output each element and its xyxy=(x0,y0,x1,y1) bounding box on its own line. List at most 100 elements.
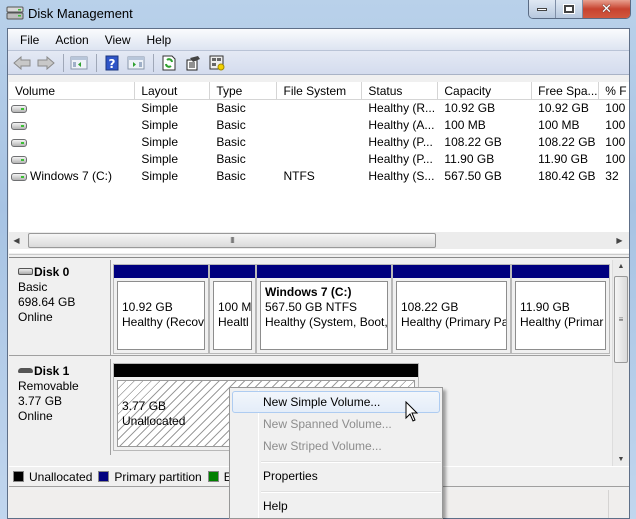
cell-volume xyxy=(9,134,135,151)
column-header-percent-free[interactable]: % F xyxy=(599,82,629,99)
partition-windows-7-c[interactable]: Windows 7 (C:) 567.50 GB NTFS Healthy (S… xyxy=(256,264,392,354)
partition-primary-108gb[interactable]: 108.22 GB Healthy (Primary Pa xyxy=(392,264,511,354)
pane-splitter[interactable] xyxy=(9,254,629,258)
cell-layout: Simple xyxy=(141,152,178,166)
unallocated-bar xyxy=(114,364,418,377)
cell-free-space: 108.22 GB xyxy=(538,135,596,149)
disk-type: Basic xyxy=(18,280,48,294)
cell-status: Healthy (S... xyxy=(368,169,435,183)
back-button[interactable] xyxy=(11,53,33,73)
volume-list-rows: Simple Basic Healthy (R... 10.92 GB 10.92 GB… xyxy=(9,100,629,185)
menu-view[interactable]: View xyxy=(97,33,139,47)
scroll-grip-icon: ≡ xyxy=(618,315,624,324)
scroll-down-arrow-icon[interactable]: ▼ xyxy=(613,456,629,463)
partition-size: 567.50 GB NTFS xyxy=(265,300,358,314)
partition-size: 10.92 GB xyxy=(122,300,173,314)
column-header-status[interactable]: Status xyxy=(362,82,439,99)
column-header-capacity[interactable]: Capacity xyxy=(438,82,533,99)
partition-info: 11.90 GB Healthy (Primar xyxy=(515,281,606,350)
partition-info: 10.92 GB Healthy (Recov xyxy=(117,281,205,350)
cell-capacity: 100 MB xyxy=(444,118,486,132)
partition-recovery[interactable]: 10.92 GB Healthy (Recov xyxy=(113,264,209,354)
table-row[interactable]: Windows 7 (C:) Simple Basic NTFS Healthy (S.… xyxy=(9,168,629,185)
legend-primary-partition: Primary partition xyxy=(98,470,202,484)
column-header-free-space[interactable]: Free Spa... xyxy=(532,82,600,99)
mouse-pointer-icon xyxy=(405,401,419,422)
partition-system-reserved[interactable]: 100 M Healtl xyxy=(209,264,256,354)
toolbar-separator xyxy=(153,53,154,72)
removable-disk-icon xyxy=(18,368,33,374)
toolbar: ? xyxy=(8,51,629,75)
back-arrow-icon xyxy=(13,55,31,70)
partition-size: 100 M xyxy=(218,300,252,314)
primary-partition-bar xyxy=(114,265,208,278)
menu-item-properties[interactable]: Properties xyxy=(232,465,440,487)
table-row[interactable]: Simple Basic Healthy (P... 11.90 GB 11.90 GB… xyxy=(9,151,629,168)
table-row[interactable]: Simple Basic Healthy (A... 100 MB 100 MB 100 xyxy=(9,117,629,134)
volume-list: Volume Layout Type File System Status Ca… xyxy=(9,82,629,253)
disk-view-vertical-scrollbar[interactable]: ▲ ≡ ▼ xyxy=(612,260,629,466)
cell-type: Basic xyxy=(216,135,246,149)
help-button[interactable]: ? xyxy=(101,53,123,73)
window-controls: ✕ xyxy=(528,0,631,19)
volume-list-header: Volume Layout Type File System Status Ca… xyxy=(9,82,629,100)
menu-help[interactable]: Help xyxy=(139,33,180,47)
minimize-icon xyxy=(537,7,547,11)
rescan-disks-button[interactable] xyxy=(206,53,228,73)
partition-info: 108.22 GB Healthy (Primary Pa xyxy=(396,281,507,350)
close-icon: ✕ xyxy=(601,1,612,16)
scroll-left-arrow-icon[interactable]: ◀ xyxy=(9,236,24,245)
primary-partition-bar xyxy=(393,265,510,278)
disk-name: Disk 0 xyxy=(34,265,70,279)
show-hide-console-tree-button[interactable] xyxy=(68,53,90,73)
disk-0-label[interactable]: Disk 0 Basic 698.64 GB Online xyxy=(9,260,111,355)
partition-size: 108.22 GB xyxy=(401,300,459,314)
forward-arrow-icon xyxy=(37,55,55,70)
svg-text:?: ? xyxy=(109,57,116,71)
minimize-button[interactable] xyxy=(529,0,556,18)
cell-capacity: 11.90 GB xyxy=(444,152,495,166)
horizontal-scroll-thumb[interactable]: III xyxy=(28,233,436,248)
primary-partition-bar xyxy=(210,265,255,278)
scroll-right-arrow-icon[interactable]: ▶ xyxy=(612,236,627,245)
maximize-icon xyxy=(563,4,575,14)
volume-icon xyxy=(11,172,27,181)
disk-state: Online xyxy=(18,409,53,423)
volume-icon xyxy=(11,155,27,164)
menu-action[interactable]: Action xyxy=(47,33,96,47)
cell-free-space: 11.90 GB xyxy=(538,152,588,166)
maximize-button[interactable] xyxy=(556,0,583,18)
volume-icon xyxy=(11,138,27,147)
disk-1-label[interactable]: Disk 1 Removable 3.77 GB Online xyxy=(9,359,111,455)
refresh-button[interactable] xyxy=(158,53,180,73)
volume-icon xyxy=(11,121,27,130)
menu-file[interactable]: File xyxy=(12,33,47,47)
disk-size: 3.77 GB xyxy=(18,394,63,408)
partition-primary-11gb[interactable]: 11.90 GB Healthy (Primar xyxy=(511,264,610,354)
partition-status: Healthy (Primar xyxy=(520,315,604,329)
column-header-file-system[interactable]: File System xyxy=(277,82,363,99)
vertical-scroll-thumb[interactable]: ≡ xyxy=(614,276,628,363)
scroll-up-arrow-icon[interactable]: ▲ xyxy=(613,263,629,270)
legend-swatch xyxy=(207,471,219,482)
cell-percent-free: 100 xyxy=(605,135,626,149)
menu-item-help[interactable]: Help xyxy=(232,495,440,517)
forward-button[interactable] xyxy=(35,53,57,73)
partition-status: Healtl xyxy=(218,315,249,329)
column-header-type[interactable]: Type xyxy=(210,82,278,99)
table-row[interactable]: Simple Basic Healthy (R... 10.92 GB 10.92 GB… xyxy=(9,100,629,117)
properties-button[interactable] xyxy=(182,53,204,73)
cell-percent-free: 100 xyxy=(605,118,626,132)
menu-bar: File Action View Help xyxy=(8,29,629,51)
show-hide-action-pane-button[interactable] xyxy=(125,53,147,73)
cell-percent-free: 100 xyxy=(605,101,626,115)
cell-status: Healthy (R... xyxy=(368,101,436,115)
column-header-layout[interactable]: Layout xyxy=(135,82,211,99)
table-row[interactable]: Simple Basic Healthy (P... 108.22 GB 108.22 … xyxy=(9,134,629,151)
close-button[interactable]: ✕ xyxy=(583,0,630,18)
column-header-volume[interactable]: Volume xyxy=(9,82,136,99)
cell-capacity: 10.92 GB xyxy=(444,101,496,115)
volume-list-horizontal-scrollbar[interactable]: ◀ III ▶ xyxy=(9,232,629,249)
help-icon: ? xyxy=(105,55,119,71)
legend-label: Unallocated xyxy=(29,469,93,484)
